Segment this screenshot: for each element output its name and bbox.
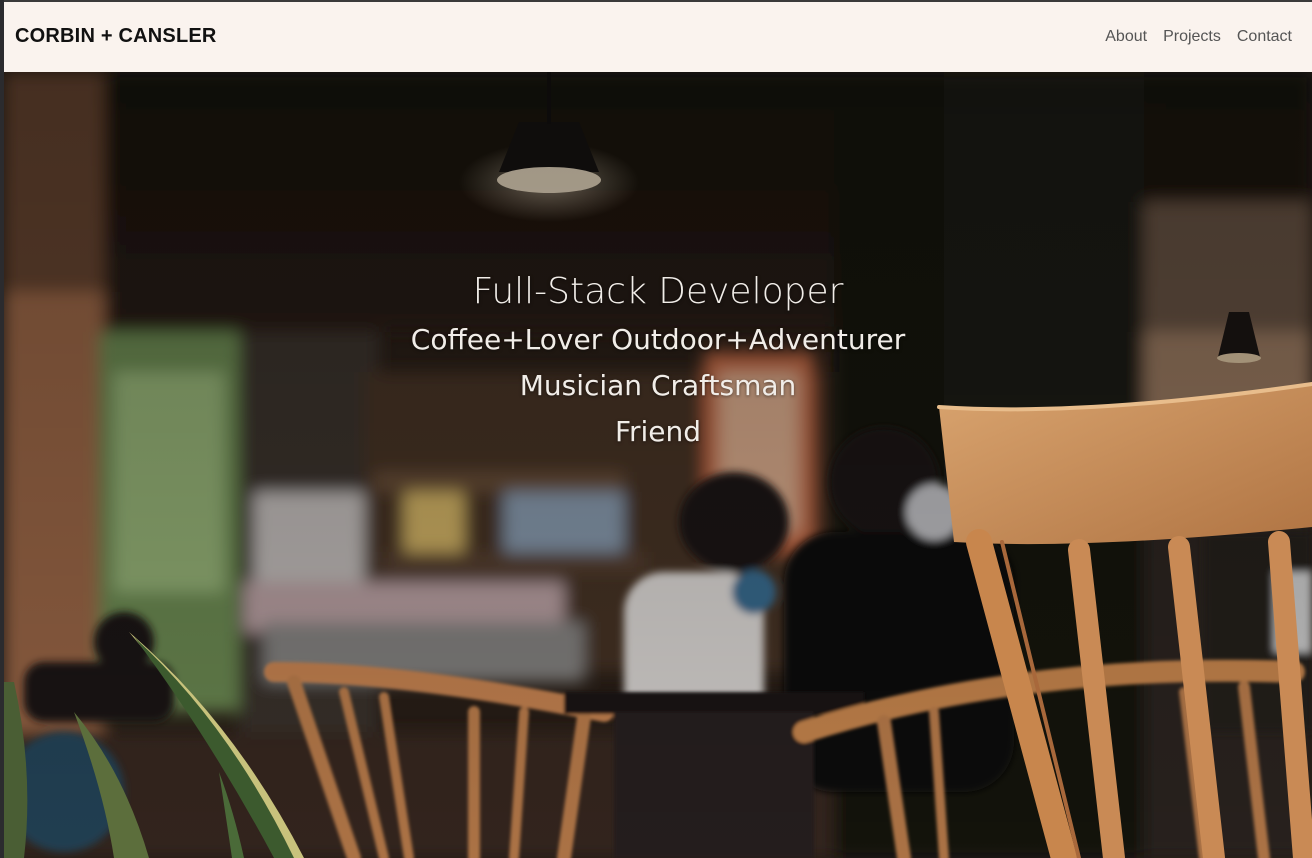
hero-text: Full-Stack Developer Coffee+Lover Outdoo… <box>4 267 1312 455</box>
nav-link-contact[interactable]: Contact <box>1237 28 1292 46</box>
hero-background-image <box>4 72 1312 858</box>
hero-title: Full-Stack Developer <box>472 271 844 312</box>
brand-logo[interactable]: CORBIN + CANSLER <box>15 25 217 48</box>
hero-line-3: Friend <box>614 415 702 448</box>
nav-links: About Projects Contact <box>1105 28 1292 46</box>
hero-line-2: Musician Craftsman <box>519 369 797 402</box>
nav-link-about[interactable]: About <box>1105 28 1147 46</box>
navbar: CORBIN + CANSLER About Projects Contact <box>4 0 1312 72</box>
window-edge <box>0 0 4 858</box>
hero-line-1: Coffee+Lover Outdoor+Adventurer <box>410 323 906 356</box>
page: CORBIN + CANSLER About Projects Contact <box>0 0 1312 858</box>
nav-link-projects[interactable]: Projects <box>1163 28 1221 46</box>
hero-section: Full-Stack Developer Coffee+Lover Outdoo… <box>4 72 1312 858</box>
